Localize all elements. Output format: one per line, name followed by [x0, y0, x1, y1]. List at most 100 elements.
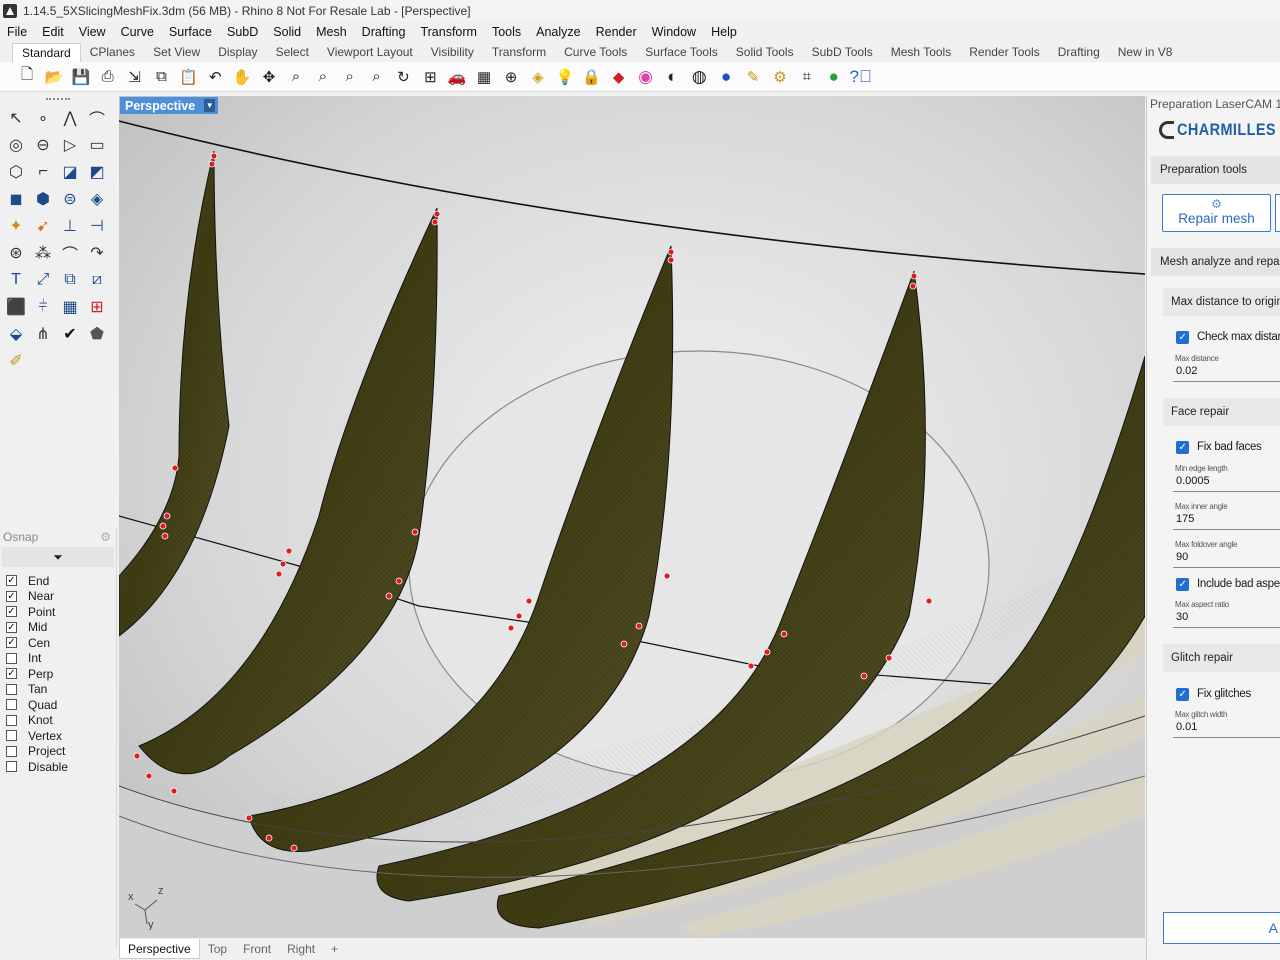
- curve-icon[interactable]: ⌒: [85, 106, 109, 130]
- tab-display[interactable]: Display: [209, 43, 266, 62]
- save-icon[interactable]: 💾: [70, 66, 92, 88]
- checkbox-checked-icon[interactable]: ✓: [6, 590, 17, 602]
- checkbox-unchecked-icon[interactable]: [6, 652, 17, 664]
- help-icon[interactable]: ?⃝: [850, 66, 872, 88]
- view-tab-front[interactable]: Front: [235, 939, 279, 959]
- mesh-icon[interactable]: ◈: [85, 187, 109, 211]
- open-icon[interactable]: 📂: [43, 66, 65, 88]
- fix-glitches-checkbox[interactable]: ✓ Fix glitches: [1176, 686, 1251, 702]
- tab-select[interactable]: Select: [267, 43, 318, 62]
- polyline-icon[interactable]: ⋀: [58, 106, 82, 130]
- rotate-icon[interactable]: ↻: [392, 66, 414, 88]
- tab-render-tools[interactable]: Render Tools: [960, 43, 1049, 62]
- tab-drafting[interactable]: Drafting: [1049, 43, 1109, 62]
- trim-icon[interactable]: ⊥: [58, 214, 82, 238]
- analyze-icon[interactable]: ⫩: [31, 295, 55, 319]
- menu-curve[interactable]: Curve: [121, 25, 154, 39]
- boolean-icon[interactable]: ⬢: [31, 187, 55, 211]
- copy-icon[interactable]: ⧉: [150, 66, 172, 88]
- menu-edit[interactable]: Edit: [42, 25, 64, 39]
- rectangle-icon[interactable]: ▭: [85, 133, 109, 157]
- new-icon[interactable]: 🗋: [16, 66, 38, 88]
- repair-mesh-button[interactable]: ⚙ Repair mesh: [1162, 194, 1271, 232]
- view-tab-right[interactable]: Right: [279, 939, 323, 959]
- tab-subd-tools[interactable]: SubD Tools: [803, 43, 882, 62]
- second-tool-button[interactable]: [1275, 194, 1280, 232]
- layers-icon[interactable]: ◈: [527, 66, 549, 88]
- rotate-view-icon[interactable]: ✥: [258, 66, 280, 88]
- tab-new-in-v8[interactable]: New in V8: [1109, 43, 1182, 62]
- block-icon[interactable]: ⧉: [58, 268, 82, 292]
- text-icon[interactable]: T: [4, 268, 28, 292]
- ellipse-icon[interactable]: ⊖: [31, 133, 55, 157]
- checkbox-unchecked-icon[interactable]: [6, 699, 17, 711]
- hatch-icon[interactable]: ⧄: [85, 268, 109, 292]
- tab-viewport-layout[interactable]: Viewport Layout: [318, 43, 422, 62]
- checkbox-checked-icon[interactable]: ✓: [6, 668, 17, 680]
- import-icon[interactable]: ⇲: [124, 66, 146, 88]
- cylinder-icon[interactable]: ⊜: [58, 187, 82, 211]
- checkbox-checked-icon[interactable]: ✓: [6, 637, 17, 649]
- check-max-distance-checkbox[interactable]: ✓ Check max distanc: [1176, 329, 1280, 345]
- osnap-filter[interactable]: ⏷: [2, 547, 114, 567]
- fillet-icon[interactable]: ↷: [85, 241, 109, 265]
- max-foldover-angle-field[interactable]: Max foldover angle 90: [1173, 538, 1280, 568]
- blue-sphere-icon[interactable]: ●: [715, 66, 737, 88]
- section-preparation-tools[interactable]: Preparation tools: [1151, 156, 1280, 184]
- circle-icon[interactable]: ◎: [4, 133, 28, 157]
- tab-standard[interactable]: Standard: [12, 43, 81, 62]
- color-wheel-icon[interactable]: ◉: [634, 66, 656, 88]
- transform-icon[interactable]: ✦: [4, 214, 28, 238]
- osnap-item-project[interactable]: Project: [0, 744, 116, 760]
- render-globe-icon[interactable]: ◍: [688, 66, 710, 88]
- checkbox-checked-icon[interactable]: ✓: [6, 621, 17, 633]
- pan-icon[interactable]: ✋: [231, 66, 253, 88]
- checkbox-unchecked-icon[interactable]: [6, 714, 17, 726]
- render-icon[interactable]: ⬙: [4, 322, 28, 346]
- checkbox-unchecked-icon[interactable]: [6, 730, 17, 742]
- zoom-icon[interactable]: ⌕: [285, 66, 307, 88]
- brush-icon[interactable]: ✎: [742, 66, 764, 88]
- tab-curve-tools[interactable]: Curve Tools: [555, 43, 636, 62]
- dimension-icon[interactable]: ⤢: [31, 268, 55, 292]
- dimension-tools-icon[interactable]: ⋔: [31, 322, 55, 346]
- paste-icon[interactable]: 📋: [177, 66, 199, 88]
- menu-analyze[interactable]: Analyze: [536, 25, 580, 39]
- lightbulb-icon[interactable]: 💡: [554, 66, 576, 88]
- menu-mesh[interactable]: Mesh: [316, 25, 347, 39]
- tab-cplanes[interactable]: CPlanes: [81, 43, 144, 62]
- perspective-viewport[interactable]: [119, 96, 1145, 938]
- tab-solid-tools[interactable]: Solid Tools: [727, 43, 803, 62]
- palette-grip[interactable]: [46, 98, 70, 100]
- tab-set-view[interactable]: Set View: [144, 43, 209, 62]
- polygon-hex-icon[interactable]: ⬡: [4, 160, 28, 184]
- array-icon[interactable]: ▦: [58, 295, 82, 319]
- osnap-item-disable[interactable]: Disable: [0, 759, 116, 775]
- max-glitch-width-field[interactable]: Max glitch width 0.01: [1173, 708, 1280, 738]
- zoom-extents-icon[interactable]: ⌕: [339, 66, 361, 88]
- osnap-item-mid[interactable]: ✓ Mid: [0, 620, 116, 636]
- zoom-window-icon[interactable]: ⌕: [312, 66, 334, 88]
- menu-surface[interactable]: Surface: [169, 25, 212, 39]
- lock-icon[interactable]: 🔒: [581, 66, 603, 88]
- grid-icon[interactable]: ▦: [473, 66, 495, 88]
- section-mesh-analyze[interactable]: Mesh analyze and repair to: [1151, 248, 1280, 276]
- menu-solid[interactable]: Solid: [273, 25, 301, 39]
- solid-box-icon[interactable]: ⬛: [4, 295, 28, 319]
- fillet-curve-icon[interactable]: ⌐: [31, 160, 55, 184]
- four-view-icon[interactable]: ⊞: [419, 66, 441, 88]
- max-aspect-ratio-field[interactable]: Max aspect ratio 30: [1173, 598, 1280, 628]
- menu-help[interactable]: Help: [711, 25, 737, 39]
- gear-icon[interactable]: ⚙: [769, 66, 791, 88]
- menu-drafting[interactable]: Drafting: [362, 25, 406, 39]
- paint-icon[interactable]: ✐: [4, 349, 28, 373]
- apply-button[interactable]: A: [1163, 912, 1280, 944]
- osnap-item-tan[interactable]: Tan: [0, 682, 116, 698]
- checkbox-checked-icon[interactable]: ✓: [6, 606, 17, 618]
- arc-icon[interactable]: ⌒: [58, 241, 82, 265]
- tab-surface-tools[interactable]: Surface Tools: [636, 43, 727, 62]
- node-icon[interactable]: ⌗: [796, 66, 818, 88]
- target-icon[interactable]: ⊕: [500, 66, 522, 88]
- menu-transform[interactable]: Transform: [420, 25, 477, 39]
- osnap-item-near[interactable]: ✓ Near: [0, 589, 116, 605]
